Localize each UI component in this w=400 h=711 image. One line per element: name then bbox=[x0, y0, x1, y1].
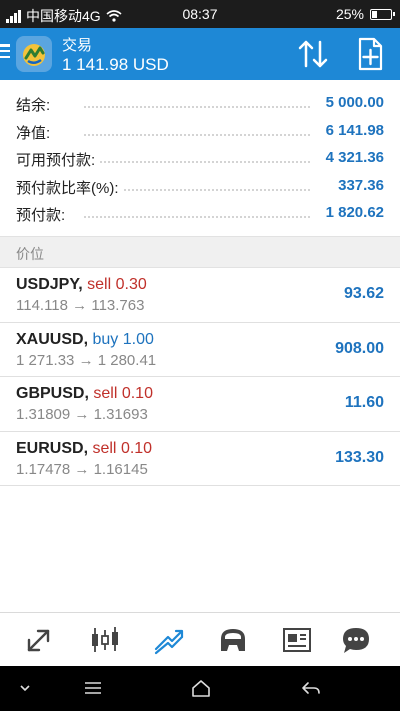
section-title: 价位 bbox=[16, 246, 44, 262]
open-price: 1.31809 bbox=[16, 406, 71, 423]
position-volume: 0.30 bbox=[115, 276, 147, 293]
position-symbol: XAUUSD, bbox=[16, 330, 89, 348]
chart-icon[interactable] bbox=[89, 625, 121, 655]
position-prices: 1.17478 → 1.16145 bbox=[16, 461, 148, 478]
quotes-icon[interactable] bbox=[24, 625, 56, 655]
page-title: 交易 bbox=[62, 37, 93, 54]
current-price: 1.16145 bbox=[93, 460, 148, 478]
position-volume: 0.10 bbox=[121, 385, 153, 402]
open-price: 1 271.33 bbox=[16, 351, 75, 369]
position-header: EURUSD, sell 0.10 bbox=[16, 440, 152, 458]
dotted-leader bbox=[84, 106, 310, 108]
sort-icon[interactable] bbox=[296, 38, 330, 70]
summary-label: 预付款比率(%): bbox=[16, 176, 123, 198]
metatrader-logo bbox=[16, 36, 52, 72]
summary-value: 6 141.98 bbox=[321, 121, 384, 139]
arrow-icon: → bbox=[74, 460, 90, 478]
home-icon[interactable] bbox=[190, 678, 212, 698]
app-header: 交易 1 141.98 USD bbox=[0, 28, 400, 80]
summary-row-balance: 结余: 5 000.00 bbox=[0, 90, 400, 118]
position-volume: 1.00 bbox=[122, 330, 154, 348]
summary-row-equity: 净值: 6 141.98 bbox=[0, 118, 400, 146]
news-icon[interactable] bbox=[281, 625, 313, 655]
status-right: 25% bbox=[335, 6, 395, 22]
trade-icon[interactable] bbox=[153, 625, 185, 655]
position-symbol: EURUSD, bbox=[16, 439, 89, 457]
account-summary: 结余: 5 000.00 净值: 6 141.98 可用预付款: 4 321.3… bbox=[0, 80, 400, 236]
open-price: 1.17478 bbox=[16, 460, 71, 478]
position-row-gbpusd[interactable]: GBPUSD, sell 0.10 1.31809 → 1.31693 11.6… bbox=[0, 377, 400, 432]
battery-percent: 25% bbox=[335, 6, 364, 22]
position-header: XAUUSD, buy 1.00 bbox=[16, 331, 154, 349]
current-price: 1 280.41 bbox=[97, 351, 157, 369]
position-header: GBPUSD, sell 0.10 bbox=[16, 385, 153, 403]
position-prices: 1 271.33 → 1 280.41 bbox=[16, 352, 156, 369]
position-prices: 114.118 → 113.763 bbox=[16, 297, 144, 314]
chat-icon[interactable] bbox=[340, 625, 372, 655]
summary-row-margin: 预付款: 1 820.62 bbox=[0, 200, 400, 228]
recent-apps-icon[interactable] bbox=[82, 678, 104, 698]
chevron-down-icon[interactable] bbox=[14, 678, 36, 698]
current-price: 113.763 bbox=[91, 297, 145, 314]
position-side: buy bbox=[92, 330, 119, 348]
menu-icon[interactable] bbox=[0, 42, 10, 60]
summary-row-margin-level: 预付款比率(%): 337.36 bbox=[0, 173, 400, 201]
position-profit: 133.30 bbox=[335, 448, 384, 466]
arrow-icon: → bbox=[78, 351, 94, 369]
position-row-usdjpy[interactable]: USDJPY, sell 0.30 114.118 → 113.763 93.6… bbox=[0, 268, 400, 323]
position-row-eurusd[interactable]: EURUSD, sell 0.10 1.17478 → 1.16145 133.… bbox=[0, 432, 400, 486]
system-nav-bar bbox=[0, 666, 400, 711]
dotted-leader bbox=[84, 161, 310, 163]
arrow-icon: → bbox=[72, 297, 88, 314]
summary-value: 4 321.36 bbox=[321, 149, 384, 166]
position-symbol: USDJPY, bbox=[16, 276, 83, 293]
positions-section-header: 价位 bbox=[0, 236, 400, 268]
summary-label: 结余: bbox=[16, 94, 55, 115]
arrow-icon: → bbox=[74, 406, 90, 423]
position-profit: 93.62 bbox=[343, 285, 384, 302]
position-symbol: GBPUSD, bbox=[16, 385, 89, 402]
position-profit: 11.60 bbox=[344, 394, 384, 411]
bottom-tab-bar bbox=[0, 612, 400, 666]
summary-label: 可用预付款: bbox=[16, 149, 100, 170]
position-profit: 908.00 bbox=[335, 339, 384, 357]
dotted-leader bbox=[84, 133, 310, 136]
position-row-xauusd[interactable]: XAUUSD, buy 1.00 1 271.33 → 1 280.41 908… bbox=[0, 323, 400, 377]
back-icon[interactable] bbox=[300, 678, 322, 698]
positions-list: USDJPY, sell 0.30 114.118 → 113.763 93.6… bbox=[0, 268, 400, 486]
position-side: sell bbox=[93, 385, 118, 402]
history-icon[interactable] bbox=[217, 625, 249, 655]
summary-label: 净值: bbox=[16, 121, 55, 143]
new-order-icon[interactable] bbox=[354, 36, 386, 72]
header-balance: 1 141.98 USD bbox=[62, 55, 169, 74]
summary-value: 337.36 bbox=[334, 176, 384, 194]
summary-value: 5 000.00 bbox=[321, 94, 384, 111]
position-prices: 1.31809 → 1.31693 bbox=[16, 406, 148, 423]
battery-icon bbox=[370, 8, 395, 20]
dotted-leader bbox=[84, 216, 310, 218]
open-price: 114.118 bbox=[16, 297, 68, 314]
position-side: sell bbox=[87, 276, 112, 293]
summary-row-free-margin: 可用预付款: 4 321.36 bbox=[0, 145, 400, 173]
current-price: 1.31693 bbox=[93, 406, 148, 423]
status-bar: 中国移动4G 08:37 25% bbox=[0, 0, 400, 28]
position-header: USDJPY, sell 0.30 bbox=[16, 276, 147, 294]
position-volume: 0.10 bbox=[120, 439, 153, 457]
summary-label: 预付款: bbox=[16, 204, 70, 225]
position-side: sell bbox=[92, 439, 117, 457]
summary-value: 1 820.62 bbox=[321, 204, 384, 221]
